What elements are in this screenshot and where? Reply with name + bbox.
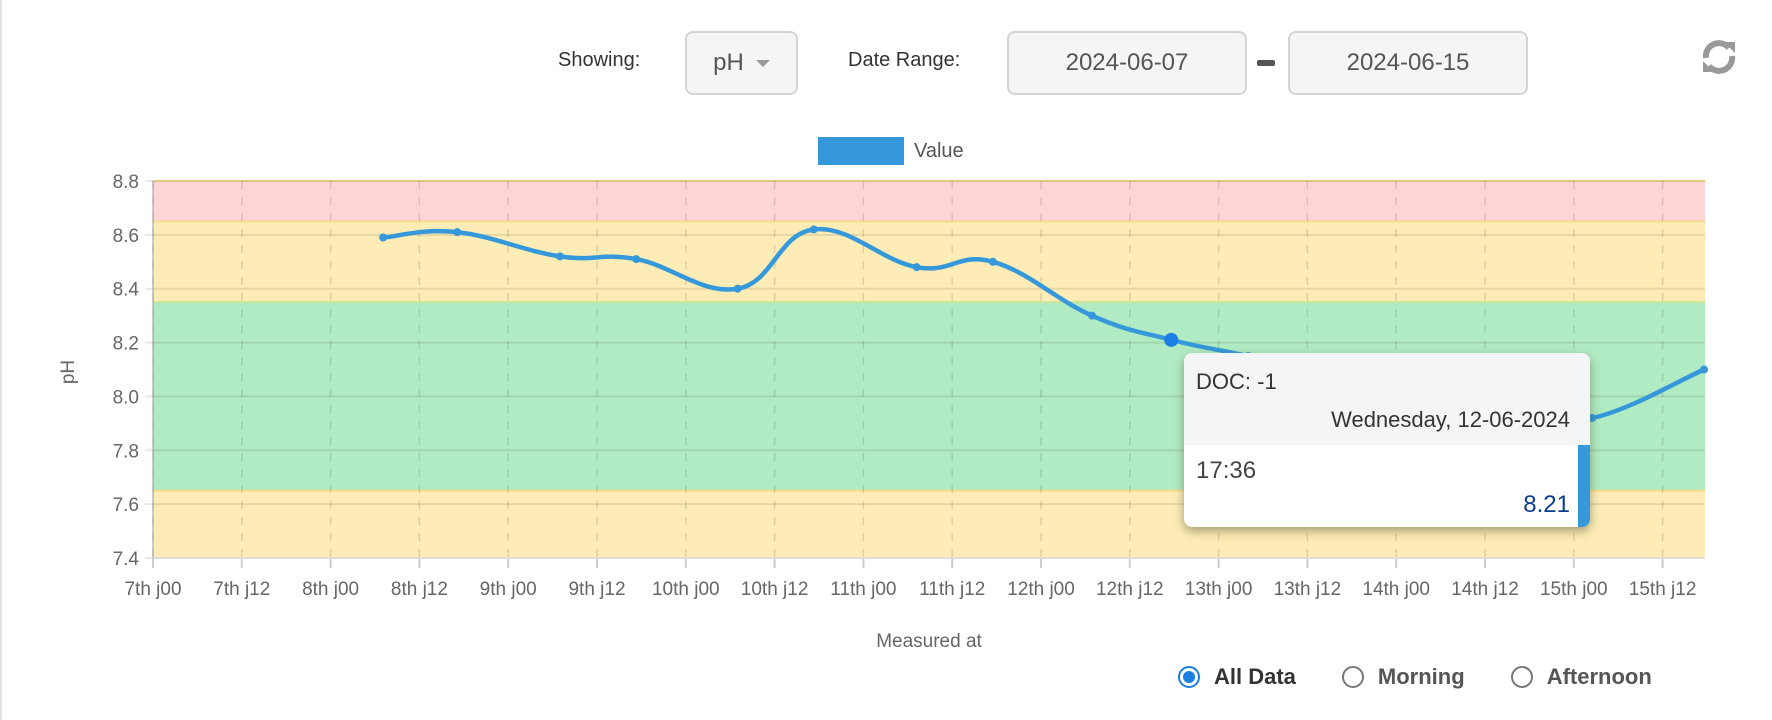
- y-tick-label: 7.8: [113, 441, 139, 462]
- data-point: [988, 257, 997, 266]
- radio-circle[interactable]: [1178, 666, 1200, 688]
- x-tick-label: 7th j12: [213, 579, 270, 600]
- threshold-band: [153, 181, 1705, 222]
- tooltip-title: DOC: -1: [1196, 369, 1277, 394]
- x-tick-label: 14th j12: [1451, 579, 1519, 600]
- radio-morning[interactable]: Morning: [1341, 664, 1465, 690]
- data-point: [912, 263, 921, 272]
- radio-label: All Data: [1214, 664, 1296, 689]
- y-tick-label: 7.6: [113, 495, 139, 516]
- y-tick-label: 8.4: [113, 280, 140, 301]
- data-point: [1088, 311, 1097, 320]
- x-tick-label: 12th j00: [1007, 579, 1075, 600]
- tooltip-header: DOC: -1 Wednesday, 12-06-2024: [1184, 353, 1590, 445]
- x-tick-label: 14th j00: [1362, 579, 1430, 600]
- x-tick-label: 11th j12: [919, 579, 985, 600]
- x-tick-label: 11th j00: [830, 579, 896, 600]
- radio-circle[interactable]: [1341, 666, 1364, 688]
- x-tick-label: 8th j00: [302, 579, 359, 600]
- x-tick-label: 10th j00: [652, 579, 720, 600]
- data-point: [556, 252, 564, 261]
- y-tick-label: 8.0: [113, 387, 139, 408]
- x-tick-label: 10th j12: [741, 579, 809, 600]
- tooltip-time: 17:36: [1196, 457, 1257, 484]
- time-filter-radio-group: All Data Morning Afternoon: [1178, 664, 1698, 690]
- x-tick-label: 13th j12: [1274, 579, 1342, 600]
- x-tick-label: 12th j12: [1096, 579, 1164, 600]
- x-tick-label: 15th j00: [1540, 579, 1608, 600]
- radio-all-data[interactable]: All Data: [1178, 664, 1296, 690]
- radio-label: Afternoon: [1546, 664, 1652, 689]
- x-tick-label: 8th j12: [391, 579, 448, 600]
- x-tick-label: 13th j00: [1185, 579, 1253, 600]
- tooltip-date: Wednesday, 12-06-2024: [1331, 407, 1570, 432]
- data-point: [453, 228, 462, 237]
- y-tick-label: 7.4: [113, 549, 140, 570]
- data-point: [809, 225, 818, 234]
- y-tick-label: 8.6: [113, 226, 139, 247]
- y-tick-label: 8.8: [113, 172, 139, 193]
- tooltip-value: 8.21: [1523, 491, 1570, 518]
- x-axis-label: Measured at: [876, 631, 982, 652]
- x-tick-label: 9th j00: [480, 579, 537, 600]
- radio-label: Morning: [1377, 664, 1465, 689]
- data-point: [1700, 365, 1709, 374]
- x-tick-label: 7th j00: [124, 579, 181, 600]
- y-axis-label: pH: [58, 360, 79, 384]
- data-point: [632, 255, 641, 264]
- data-point: [379, 233, 388, 242]
- y-tick-label: 8.2: [113, 334, 139, 355]
- radio-afternoon[interactable]: Afternoon: [1510, 664, 1652, 690]
- data-point: [733, 284, 742, 293]
- radio-circle[interactable]: [1510, 666, 1533, 688]
- tooltip-series-marker: [1578, 445, 1590, 527]
- x-tick-label: 15th j12: [1629, 579, 1697, 600]
- threshold-band: [153, 221, 1705, 303]
- data-point-tooltip: DOC: -1 Wednesday, 12-06-2024 17:36 8.21: [1184, 353, 1590, 527]
- x-tick-label: 9th j12: [568, 579, 625, 600]
- highlighted-data-point: [1164, 332, 1179, 347]
